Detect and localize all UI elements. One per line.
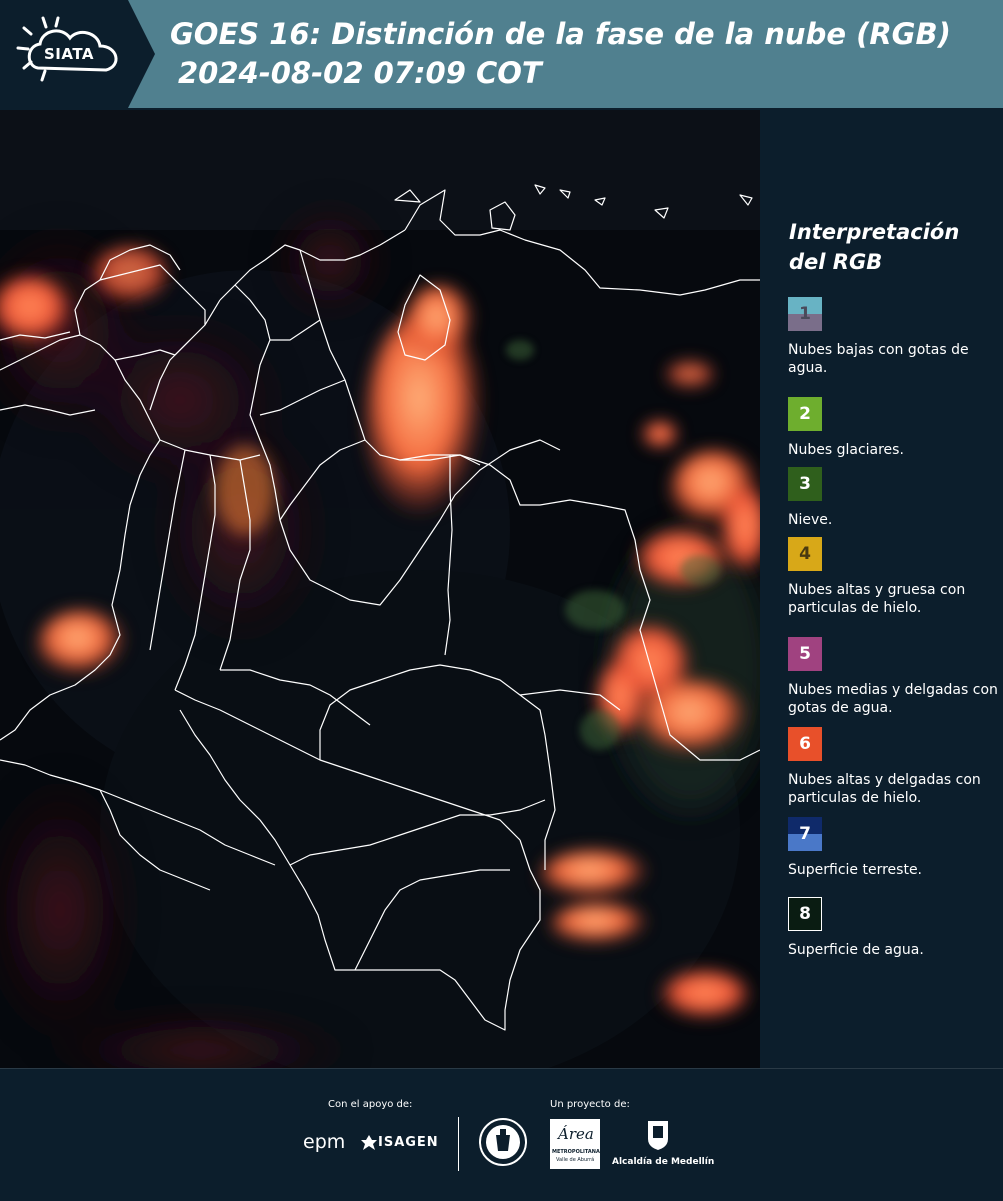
legend-description: Superficie de agua. — [788, 942, 924, 958]
isagen-icon — [361, 1135, 377, 1150]
legend-item-5: 5 Nubes medias y delgadas con gotas de ag… — [788, 637, 998, 717]
legend-swatch-4: 4 — [788, 537, 822, 571]
page-title: GOES 16: Distinción de la fase de la nub… — [170, 17, 951, 51]
area-metropolitana-logo: Área METROPOLITANA Valle de Aburrá — [550, 1119, 600, 1169]
legend-item-8: 8 Superficie de agua. — [788, 897, 998, 959]
legend-swatch-7: 7 — [788, 817, 822, 851]
legend-swatch-6: 6 — [788, 727, 822, 761]
legend-description: Nubes medias y delgadas con gotas de agu… — [788, 682, 998, 716]
legend-description: Nubes altas y gruesa con particulas de h… — [788, 582, 966, 616]
legend-swatch-3: 3 — [788, 467, 822, 501]
legend-description: Nubes glaciares. — [788, 442, 904, 458]
footer-divider — [458, 1117, 459, 1171]
area-logo-title: Área — [558, 1125, 594, 1143]
siata-logo-text: SIATA — [44, 45, 95, 63]
legend-description: Nieve. — [788, 512, 833, 528]
isagen-logo: ISAGEN — [360, 1134, 440, 1154]
alcaldia-logo: Alcaldía de Medellín — [612, 1119, 714, 1171]
support-label: Con el apoyo de: — [328, 1099, 413, 1110]
legend-description: Nubes bajas con gotas de agua. — [788, 342, 969, 376]
legend-number: 5 — [799, 644, 811, 664]
legend-swatch-1: 1 — [788, 297, 822, 331]
legend-swatch-2: 2 — [788, 397, 822, 431]
legend-number: 2 — [799, 404, 811, 424]
legend-item-3: 3 Nieve. — [788, 467, 998, 529]
area-logo-sub2: Valle de Aburrá — [556, 1157, 595, 1163]
footer: Con el apoyo de: Un proyecto de: epm ISA… — [0, 1068, 1003, 1201]
area-logo-sub1: METROPOLITANA — [552, 1149, 600, 1155]
legend-number: 6 — [799, 734, 811, 754]
legend-item-6: 6 Nubes altas y delgadas con particulas d… — [788, 727, 998, 807]
legend-item-7: 7 Superficie terreste. — [788, 817, 998, 879]
alcaldia-text: Alcaldía de Medellín — [612, 1157, 715, 1167]
legend-item-4: 4 Nubes altas y gruesa con particulas de … — [788, 537, 998, 617]
page-subtitle: 2024-08-02 07:09 COT — [178, 56, 542, 90]
siata-logo: SIATA — [0, 0, 155, 108]
epm-logo: epm — [303, 1131, 346, 1153]
legend-description: Nubes altas y delgadas con particulas de… — [788, 772, 981, 806]
legend-item-2: 2 Nubes glaciares. — [788, 397, 998, 459]
legend-swatch-5: 5 — [788, 637, 822, 671]
legend-description: Superficie terreste. — [788, 862, 923, 878]
legend-number: 7 — [799, 824, 811, 844]
legend-title: Interpretación del RGB — [789, 220, 960, 274]
project-label: Un proyecto de: — [550, 1099, 630, 1110]
medellin-shield-icon — [648, 1121, 668, 1150]
isagen-text: ISAGEN — [378, 1135, 439, 1150]
satellite-map — [0, 110, 761, 1068]
rgb-legend: Interpretación del RGB 1 Nubes bajas con … — [760, 110, 1003, 1068]
header-bar: SIATA GOES 16: Distinción de la fase de … — [0, 0, 1003, 108]
legend-number: 4 — [799, 544, 811, 564]
legend-item-1: 1 Nubes bajas con gotas de agua. — [788, 297, 998, 377]
legend-number: 1 — [799, 304, 811, 324]
legend-swatch-8: 8 — [788, 897, 822, 931]
university-seal-logo — [478, 1117, 528, 1167]
legend-number: 3 — [799, 474, 811, 494]
legend-number: 8 — [799, 904, 811, 924]
